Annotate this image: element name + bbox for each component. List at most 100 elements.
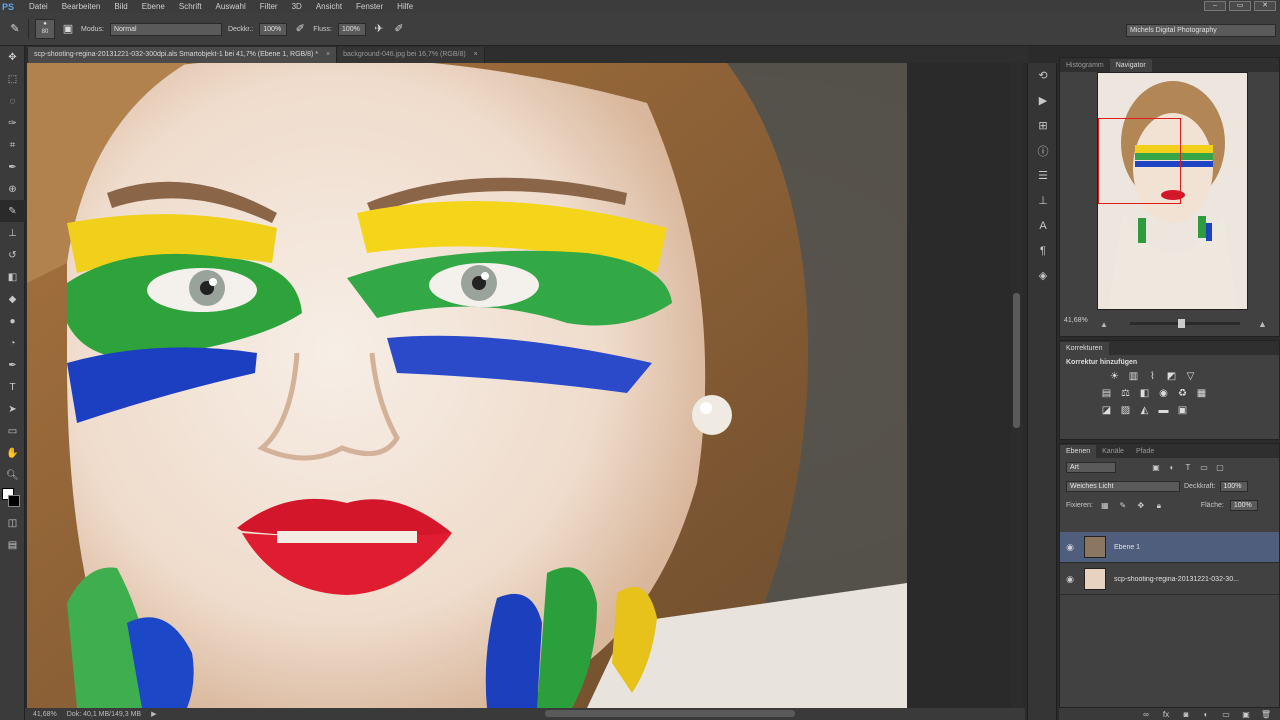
maximize-icon[interactable]: ▭ xyxy=(1229,1,1251,11)
canvas-area[interactable] xyxy=(25,63,1025,708)
menu-schrift[interactable]: Schrift xyxy=(172,2,209,11)
menu-bild[interactable]: Bild xyxy=(107,2,134,11)
scrollbar-thumb[interactable] xyxy=(1013,293,1020,428)
layer-style-icon[interactable]: fx xyxy=(1160,710,1172,719)
threshold-icon[interactable]: ◭ xyxy=(1138,404,1151,417)
zoom-out-icon[interactable]: ▲ xyxy=(1100,320,1120,329)
tab-document-1[interactable]: scp-shooting-regina-20131221-032-300dpi.… xyxy=(28,47,338,63)
filter-adjustment-icon[interactable]: ◐ xyxy=(1166,463,1178,472)
navigator-zoom-slider[interactable] xyxy=(1130,319,1240,328)
color-lookup-icon[interactable]: ▦ xyxy=(1195,387,1208,400)
pen-tool-icon[interactable]: ✒ xyxy=(0,354,25,376)
dodge-tool-icon[interactable]: ◔ xyxy=(0,332,25,354)
history-icon[interactable]: ⟲ xyxy=(1028,63,1058,88)
character-icon[interactable]: A xyxy=(1028,213,1058,238)
properties-icon[interactable]: ☰ xyxy=(1028,163,1058,188)
paint-bucket-icon[interactable]: ◆ xyxy=(0,288,25,310)
tab-pfade[interactable]: Pfade xyxy=(1130,445,1160,458)
channel-mixer-icon[interactable]: ♻ xyxy=(1176,387,1189,400)
fill-input[interactable]: 100% xyxy=(1229,500,1258,511)
type-tool-icon[interactable]: T xyxy=(0,376,25,398)
tab-document-2[interactable]: background-046.jpg bei 16,7% (RGB/8) × xyxy=(337,47,485,63)
link-layers-icon[interactable]: ∞ xyxy=(1140,710,1152,719)
gradient-map-icon[interactable]: ▬ xyxy=(1157,404,1170,417)
shape-tool-icon[interactable]: ▭ xyxy=(0,420,25,442)
history-brush-icon[interactable]: ↺ xyxy=(0,244,25,266)
close-icon[interactable]: × xyxy=(326,51,330,58)
curves-icon[interactable]: ⌇ xyxy=(1146,370,1159,383)
clone-source-icon[interactable]: ⊥ xyxy=(1028,188,1058,213)
pressure-size-icon[interactable]: ✐ xyxy=(392,22,406,36)
lasso-tool-icon[interactable]: ◌ xyxy=(0,90,25,112)
brush-panel-icon[interactable]: ▣ xyxy=(61,22,75,36)
menu-datei[interactable]: Datei xyxy=(22,2,55,11)
lock-all-icon[interactable]: 🔒︎ xyxy=(1153,501,1165,511)
menu-hilfe[interactable]: Hilfe xyxy=(390,2,420,11)
menu-bearbeiten[interactable]: Bearbeiten xyxy=(55,2,108,11)
color-balance-icon[interactable]: ⚖ xyxy=(1119,387,1132,400)
info-icon[interactable]: ⓘ xyxy=(1028,138,1058,163)
brightness-icon[interactable]: ☀ xyxy=(1108,370,1121,383)
flow-input[interactable]: 100% xyxy=(337,22,366,36)
menu-ebene[interactable]: Ebene xyxy=(135,2,172,11)
healing-brush-icon[interactable]: ⊕ xyxy=(0,178,25,200)
airbrush-icon[interactable]: ✈ xyxy=(372,22,386,36)
visibility-eye-icon[interactable]: ◉ xyxy=(1060,542,1080,553)
invert-icon[interactable]: ◪ xyxy=(1100,404,1113,417)
close-window-icon[interactable]: ✕ xyxy=(1254,1,1276,11)
opacity-input[interactable]: 100% xyxy=(259,22,288,36)
add-mask-icon[interactable]: ◙ xyxy=(1180,710,1192,719)
visibility-eye-icon[interactable]: ◉ xyxy=(1060,574,1080,585)
workspace-select[interactable]: Michels Digital Photography xyxy=(1126,24,1276,37)
color-swatches[interactable] xyxy=(0,486,25,512)
status-arrow-icon[interactable]: ▶ xyxy=(151,710,156,718)
brush-tool-icon[interactable]: ✎ xyxy=(0,200,25,222)
layer-kind-filter[interactable]: Art xyxy=(1066,462,1116,473)
lock-pixels-icon[interactable]: ✎ xyxy=(1117,501,1129,510)
new-layer-icon[interactable]: ▣ xyxy=(1240,710,1252,719)
filter-pixel-icon[interactable]: ▣ xyxy=(1150,463,1162,472)
lock-position-icon[interactable]: ✥ xyxy=(1135,501,1147,510)
layer-opacity-input[interactable]: 100% xyxy=(1219,481,1248,492)
close-icon[interactable]: × xyxy=(474,51,478,58)
layer-row-ebene-1[interactable]: ◉ Ebene 1 xyxy=(1060,532,1279,563)
zoom-tool-icon[interactable]: 🔍︎ xyxy=(0,464,25,486)
exposure-icon[interactable]: ◩ xyxy=(1165,370,1178,383)
blur-tool-icon[interactable]: ● xyxy=(0,310,25,332)
navigator-zoom-value[interactable]: 41,68% xyxy=(1064,317,1088,324)
hue-saturation-icon[interactable]: ▤ xyxy=(1100,387,1113,400)
layer-row-photo[interactable]: ◉ scp-shooting-regina-20131221-032-30... xyxy=(1060,564,1279,595)
filter-shape-icon[interactable]: ▭ xyxy=(1198,463,1210,472)
photo-filter-icon[interactable]: ◉ xyxy=(1157,387,1170,400)
background-color-swatch[interactable] xyxy=(8,495,20,507)
selective-color-icon[interactable]: ▣ xyxy=(1176,404,1189,417)
posterize-icon[interactable]: ▨ xyxy=(1119,404,1132,417)
zoom-in-icon[interactable]: ▲ xyxy=(1258,319,1267,329)
pressure-opacity-icon[interactable]: ✐ xyxy=(293,22,307,36)
minimize-icon[interactable]: – xyxy=(1204,1,1226,11)
vibrance-icon[interactable]: ▽ xyxy=(1184,370,1197,383)
delete-layer-icon[interactable]: 🗑︎ xyxy=(1260,710,1272,719)
tab-histogramm[interactable]: Histogramm xyxy=(1060,59,1110,72)
adjustment-layer-icon[interactable]: ◐ xyxy=(1200,710,1212,719)
lock-transparent-icon[interactable]: ▦ xyxy=(1099,501,1111,510)
marquee-tool-icon[interactable]: ⬚ xyxy=(0,68,25,90)
screen-mode-icon[interactable]: ▤ xyxy=(0,534,25,556)
new-group-icon[interactable]: ▭ xyxy=(1220,710,1232,719)
quick-select-icon[interactable]: ✑ xyxy=(0,112,25,134)
horizontal-scrollbar-thumb[interactable] xyxy=(545,710,795,717)
filter-smart-icon[interactable]: ▢ xyxy=(1214,463,1226,472)
menu-fenster[interactable]: Fenster xyxy=(349,2,390,11)
levels-icon[interactable]: ▥ xyxy=(1127,370,1140,383)
blend-mode-select[interactable]: Weiches Licht xyxy=(1066,481,1180,492)
actions-play-icon[interactable]: ▶ xyxy=(1028,88,1058,113)
brush-presets-icon[interactable]: ⊞ xyxy=(1028,113,1058,138)
tab-navigator[interactable]: Navigator xyxy=(1109,59,1152,72)
document-canvas-image[interactable] xyxy=(27,63,907,708)
path-select-icon[interactable]: ➤ xyxy=(0,398,25,420)
navigator-view-rectangle[interactable] xyxy=(1098,118,1181,204)
3d-icon[interactable]: ◈ xyxy=(1028,263,1058,288)
status-zoom[interactable]: 41,68% xyxy=(33,711,57,718)
hand-tool-icon[interactable]: ✋ xyxy=(0,442,25,464)
black-white-icon[interactable]: ◧ xyxy=(1138,387,1151,400)
